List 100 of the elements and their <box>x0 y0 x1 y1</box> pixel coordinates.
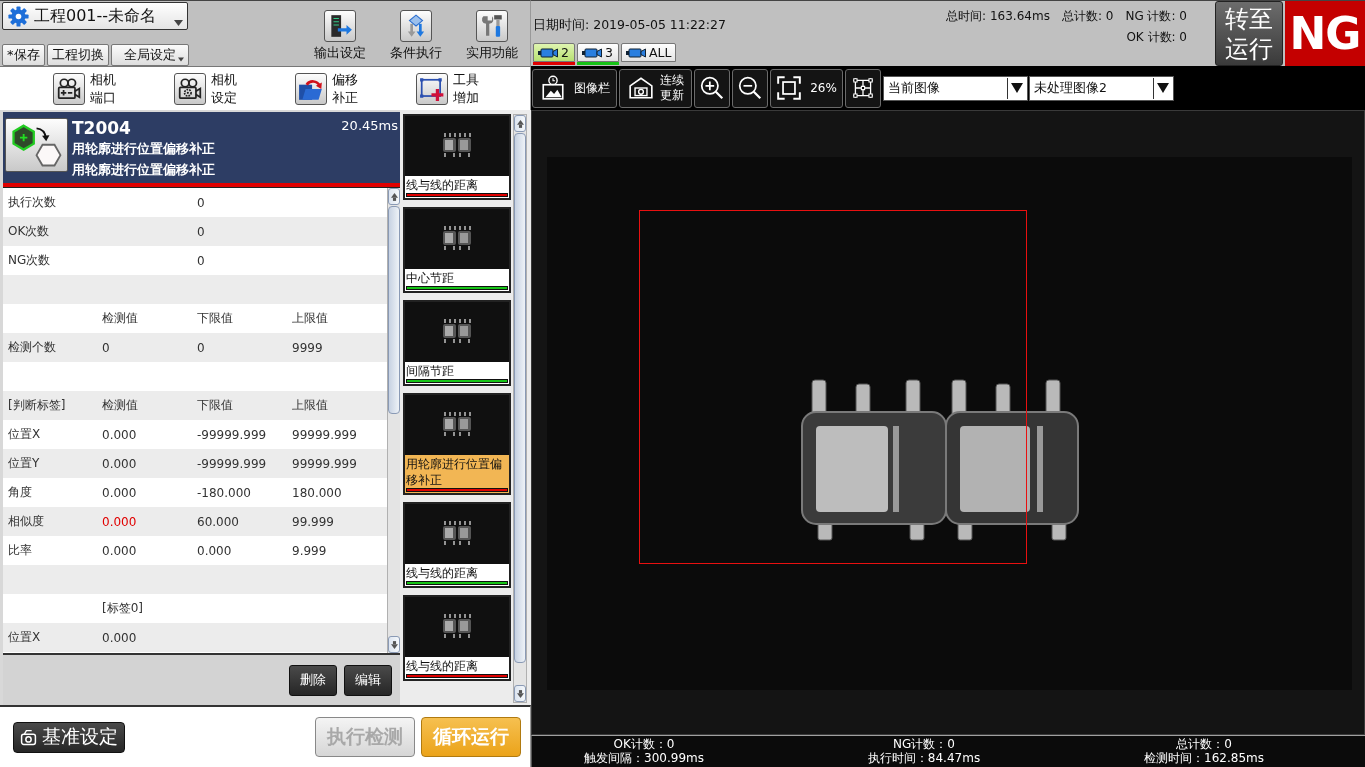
camera-icon <box>538 47 558 58</box>
toolbar-button[interactable]: 全局设定 <box>110 44 189 66</box>
table-cell: 0 <box>197 340 205 355</box>
action-button[interactable]: 删除 <box>289 664 337 696</box>
table-cell: [判断标签] <box>8 397 66 414</box>
tool-description: 用轮廓进行位置偏移补正 <box>72 161 215 179</box>
toolbar-button[interactable]: 条件执行 <box>378 1 454 66</box>
caret-icon <box>174 20 183 26</box>
down-arrow-icon <box>516 689 524 698</box>
counter-text: NG 计数: 0 <box>1125 8 1187 25</box>
toolbar-button[interactable]: 工程切换 <box>46 44 109 66</box>
toolbar-button[interactable]: 输出设定 <box>302 1 378 66</box>
up-arrow-icon <box>516 119 524 128</box>
status-text: OK计数：0 <box>613 737 675 751</box>
counter-text: 总时间: 163.64ms <box>946 8 1050 25</box>
scroll-up-button[interactable] <box>388 188 400 205</box>
image-clock-icon <box>539 75 566 101</box>
toolbar-button[interactable]: 图像栏 <box>532 68 617 108</box>
camera-tab[interactable]: ALL <box>621 43 677 62</box>
toolbar-button[interactable]: 工具增加 <box>416 70 479 107</box>
scroll-down-button[interactable] <box>514 685 526 702</box>
image-dropdown[interactable]: 当前图像 <box>884 76 1027 100</box>
settings-icon <box>8 5 29 27</box>
tool-list-item[interactable]: 线与线的距离 <box>403 502 511 588</box>
tool-list-item[interactable]: 中心节距 <box>403 207 511 293</box>
table-cell: 比率 <box>8 542 32 559</box>
scroll-thumb[interactable] <box>388 206 400 414</box>
table-cell: 60.000 <box>197 514 239 529</box>
table-cell: 0.000 <box>102 456 137 471</box>
status-text: 执行时间：84.47ms <box>867 751 981 765</box>
action-button[interactable]: 编辑 <box>344 664 392 696</box>
table-cell: 执行次数 <box>8 194 56 211</box>
fit-frame-icon <box>776 75 803 101</box>
toolbar-button[interactable]: 实用功能 <box>454 1 530 66</box>
table-cell: 0.000 <box>102 485 137 500</box>
scrollbar[interactable] <box>387 188 400 653</box>
table-cell: [标签0] <box>102 600 143 617</box>
toolbar-button[interactable] <box>845 68 881 108</box>
roi-rectangle[interactable] <box>639 210 1027 564</box>
camera-plus-minus-icon <box>53 72 85 105</box>
table-cell: 下限值 <box>197 397 233 414</box>
table-cell: 99999.999 <box>292 427 357 442</box>
table-cell: 0.000 <box>102 514 137 529</box>
table-cell: -180.000 <box>197 485 251 500</box>
table-cell: 下限值 <box>197 310 233 327</box>
run-button[interactable]: 转至运行 <box>1215 1 1283 66</box>
table-cell: 0 <box>197 253 205 268</box>
table-cell: 180.000 <box>292 485 342 500</box>
tools-icon <box>476 10 508 42</box>
table-cell: 角度 <box>8 484 32 501</box>
toolbar-button[interactable]: *保存 <box>2 44 45 66</box>
camera-tab[interactable]: 3 <box>577 43 619 62</box>
counter-text: OK 计数: 0 <box>1126 29 1187 46</box>
image-dropdown[interactable]: 未处理图像2 <box>1030 76 1173 100</box>
tool-list-item[interactable]: 线与线的距离 <box>403 595 511 681</box>
status-text: 触发间隔：300.99ms <box>584 751 704 765</box>
camera-tab[interactable]: 2 <box>533 43 575 62</box>
scrollbar[interactable] <box>513 114 527 703</box>
table-cell: 位置X <box>8 426 41 443</box>
scroll-down-button[interactable] <box>388 636 400 653</box>
toolbar-button[interactable] <box>732 68 768 108</box>
camera-icon <box>20 728 37 746</box>
result-badge: NG <box>1285 1 1365 66</box>
table-cell: 9999 <box>292 340 323 355</box>
frame-plus-icon <box>416 72 448 105</box>
tool-time: 20.45ms <box>341 118 398 134</box>
table-cell: 上限值 <box>292 397 328 414</box>
toolbar-button[interactable]: 偏移补正 <box>295 70 358 107</box>
table-cell: 位置X <box>8 629 41 646</box>
table-cell: 9.999 <box>292 543 327 558</box>
table-cell: 0 <box>197 224 205 239</box>
counter-text: 总计数: 0 <box>1061 8 1114 25</box>
table-cell: 99999.999 <box>292 456 357 471</box>
zoom-in-icon <box>699 75 725 101</box>
toolbar-button[interactable] <box>694 68 730 108</box>
table-cell: -99999.999 <box>197 427 267 442</box>
table-cell: 位置Y <box>8 455 40 472</box>
status-text: 总计数：0 <box>1176 737 1232 751</box>
tool-id: T2004 <box>72 118 131 138</box>
toolbar-button[interactable]: 连续更新 <box>619 68 692 108</box>
toolbar-button[interactable]: 相机端口 <box>53 70 116 107</box>
down-arrow-icon <box>390 640 398 649</box>
table-cell: 上限值 <box>292 310 328 327</box>
table-cell: 检测值 <box>102 397 138 414</box>
camera-frame-icon <box>627 75 654 101</box>
table-cell: 99.999 <box>292 514 334 529</box>
tool-list-item[interactable]: 线与线的距离 <box>403 114 511 200</box>
table-cell: 0.000 <box>102 427 137 442</box>
toolbar-button[interactable]: 相机设定 <box>174 70 237 107</box>
tool-description: 用轮廓进行位置偏移补正 <box>72 140 215 158</box>
project-dropdown[interactable]: 工程001--未命名 <box>2 2 188 30</box>
tool-list-item[interactable]: 用轮廓进行位置偏移补正 <box>403 393 511 495</box>
action-button[interactable]: 基准设定 <box>13 721 125 753</box>
toolbar-button[interactable]: 26% <box>770 68 843 108</box>
table-cell: -99999.999 <box>197 456 267 471</box>
scroll-up-button[interactable] <box>514 115 526 132</box>
up-arrow-icon <box>390 192 398 201</box>
status-text: 检测时间：162.85ms <box>1144 751 1264 765</box>
tool-list-item[interactable]: 间隔节距 <box>403 300 511 386</box>
scroll-thumb[interactable] <box>514 133 526 663</box>
